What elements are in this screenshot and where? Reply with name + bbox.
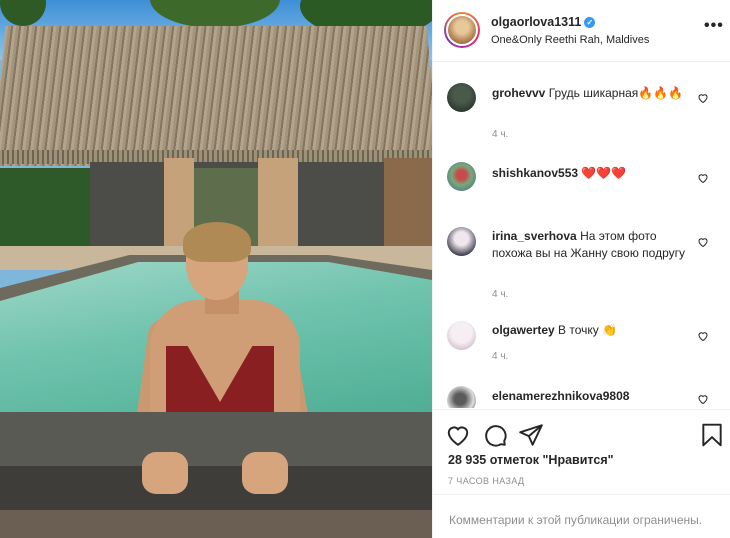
commenter-username[interactable]: elenamerezhnikova9808	[492, 389, 629, 403]
comment-like-heart-icon[interactable]	[697, 92, 709, 104]
commenter-username[interactable]: olgawertey	[492, 323, 555, 337]
comment-icon[interactable]	[482, 422, 508, 448]
comment-time: 4 ч.	[492, 289, 509, 300]
author-avatar[interactable]	[444, 12, 480, 48]
photo-ledge-face	[0, 466, 432, 512]
comments-restricted-notice: Комментарии к этой публикации ограничены…	[433, 494, 730, 538]
commenter-avatar[interactable]	[447, 321, 476, 350]
commenter-avatar[interactable]	[447, 162, 476, 191]
commenter-username[interactable]: shishkanov553	[492, 166, 578, 180]
verified-badge-icon: ✓	[584, 17, 596, 28]
post-actions: 28 935 отметок "Нравится" 7 часов назад …	[433, 409, 730, 538]
post-location[interactable]: One&Only Reethi Rah, Maldives	[491, 34, 649, 46]
photo-window	[384, 158, 432, 246]
comment-like-heart-icon[interactable]	[697, 172, 709, 184]
photo-hair	[183, 222, 251, 262]
photo-right-hand	[242, 452, 288, 494]
commenter-avatar[interactable]	[447, 386, 476, 408]
comment-text: Грудь шикарная🔥🔥🔥	[548, 86, 684, 100]
more-options-icon[interactable]: •••	[704, 17, 724, 35]
photo-left-hand	[142, 452, 188, 494]
comment-like-heart-icon[interactable]	[697, 393, 709, 405]
post-side-panel: olgaorlova1311 ✓ One&Only Reethi Rah, Mal…	[432, 0, 730, 538]
photo-thatched-roof	[0, 26, 432, 166]
commenter-avatar[interactable]	[447, 83, 476, 112]
post-header: olgaorlova1311 ✓ One&Only Reethi Rah, Mal…	[433, 0, 730, 62]
author-username-row[interactable]: olgaorlova1311 ✓	[491, 15, 596, 29]
post-timestamp[interactable]: 7 часов назад	[448, 476, 525, 486]
comment-text: В точку 👏	[558, 323, 618, 337]
commenter-username[interactable]: grohevvv	[492, 86, 545, 100]
commenter-username[interactable]: irina_sverhova	[492, 229, 577, 243]
photo-ground	[0, 510, 432, 538]
comments-list[interactable]: grohevvv Грудь шикарная🔥🔥🔥 4 ч. shishkan…	[433, 62, 730, 408]
heart-icon[interactable]	[445, 422, 471, 448]
comment-time: 4 ч.	[492, 129, 509, 140]
share-icon[interactable]	[518, 422, 544, 448]
author-username[interactable]: olgaorlova1311	[491, 15, 581, 29]
likes-count[interactable]: 28 935 отметок "Нравится"	[448, 453, 614, 467]
comment-like-heart-icon[interactable]	[697, 236, 709, 248]
comment-time: 4 ч.	[492, 351, 509, 362]
bookmark-icon[interactable]	[699, 422, 725, 448]
comment-text: ❤️❤️❤️	[581, 166, 627, 180]
photo-door-right	[258, 158, 298, 246]
commenter-avatar[interactable]	[447, 227, 476, 256]
comment-like-heart-icon[interactable]	[697, 330, 709, 342]
post-photo[interactable]	[0, 0, 432, 538]
photo-greenery	[0, 168, 92, 248]
